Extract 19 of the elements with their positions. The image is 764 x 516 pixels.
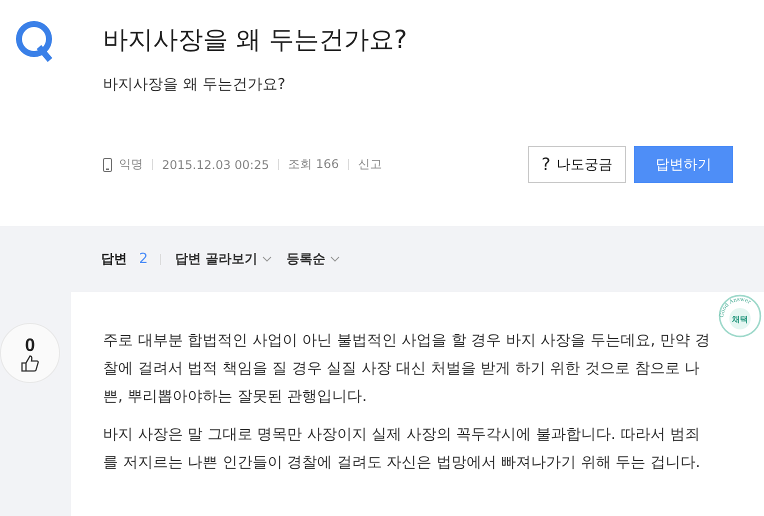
like-button[interactable]: 0: [0, 323, 60, 383]
curious-button[interactable]: ? 나도궁금: [528, 146, 626, 183]
filter-dropdown[interactable]: 답변 골라보기: [174, 250, 272, 268]
answers-label: 답변: [101, 251, 127, 268]
filter-dropdown[interactable]: 등록순: [286, 250, 340, 268]
post-date: 2015.12.03 00:25: [162, 158, 270, 172]
q-logo-icon: [15, 20, 55, 62]
report-link[interactable]: 신고: [358, 156, 382, 173]
answer-paragraph: 주로 대부분 합법적인 사업이 아닌 불법적인 사업을 할 경우 바지 사장을 두는데요, 만약 경찰에 걸려서 법적 책임을 질 경우 실질 사장 대신 처벌을 받게 하기 위한 것으로 참으로 나쁜, 뿌리뽑아야하는 잘못된 관행입니다.: [103, 330, 711, 407]
question-title: 바지사장을 왜 두는건가요?: [103, 24, 408, 56]
chevron-down-icon: [330, 256, 340, 262]
view-count: 조회 166: [288, 156, 339, 173]
thumbs-up-icon: [21, 354, 39, 372]
phone-icon: [103, 158, 112, 172]
answer-paragraph: 바지 사장은 말 그대로 명목만 사장이지 실제 사장의 꼭두각시에 불과합니다. 따라서 범죄를 저지르는 나쁜 인간들이 경찰에 걸려도 자신은 법망에서 빠져나가기 위해 두는 겁니다.: [103, 424, 702, 473]
author-name: 익명: [119, 156, 143, 173]
answer-count: 2: [139, 251, 148, 267]
chevron-down-icon: [262, 256, 272, 262]
question-body: 바지사장을 왜 두는건가요?: [103, 75, 286, 94]
